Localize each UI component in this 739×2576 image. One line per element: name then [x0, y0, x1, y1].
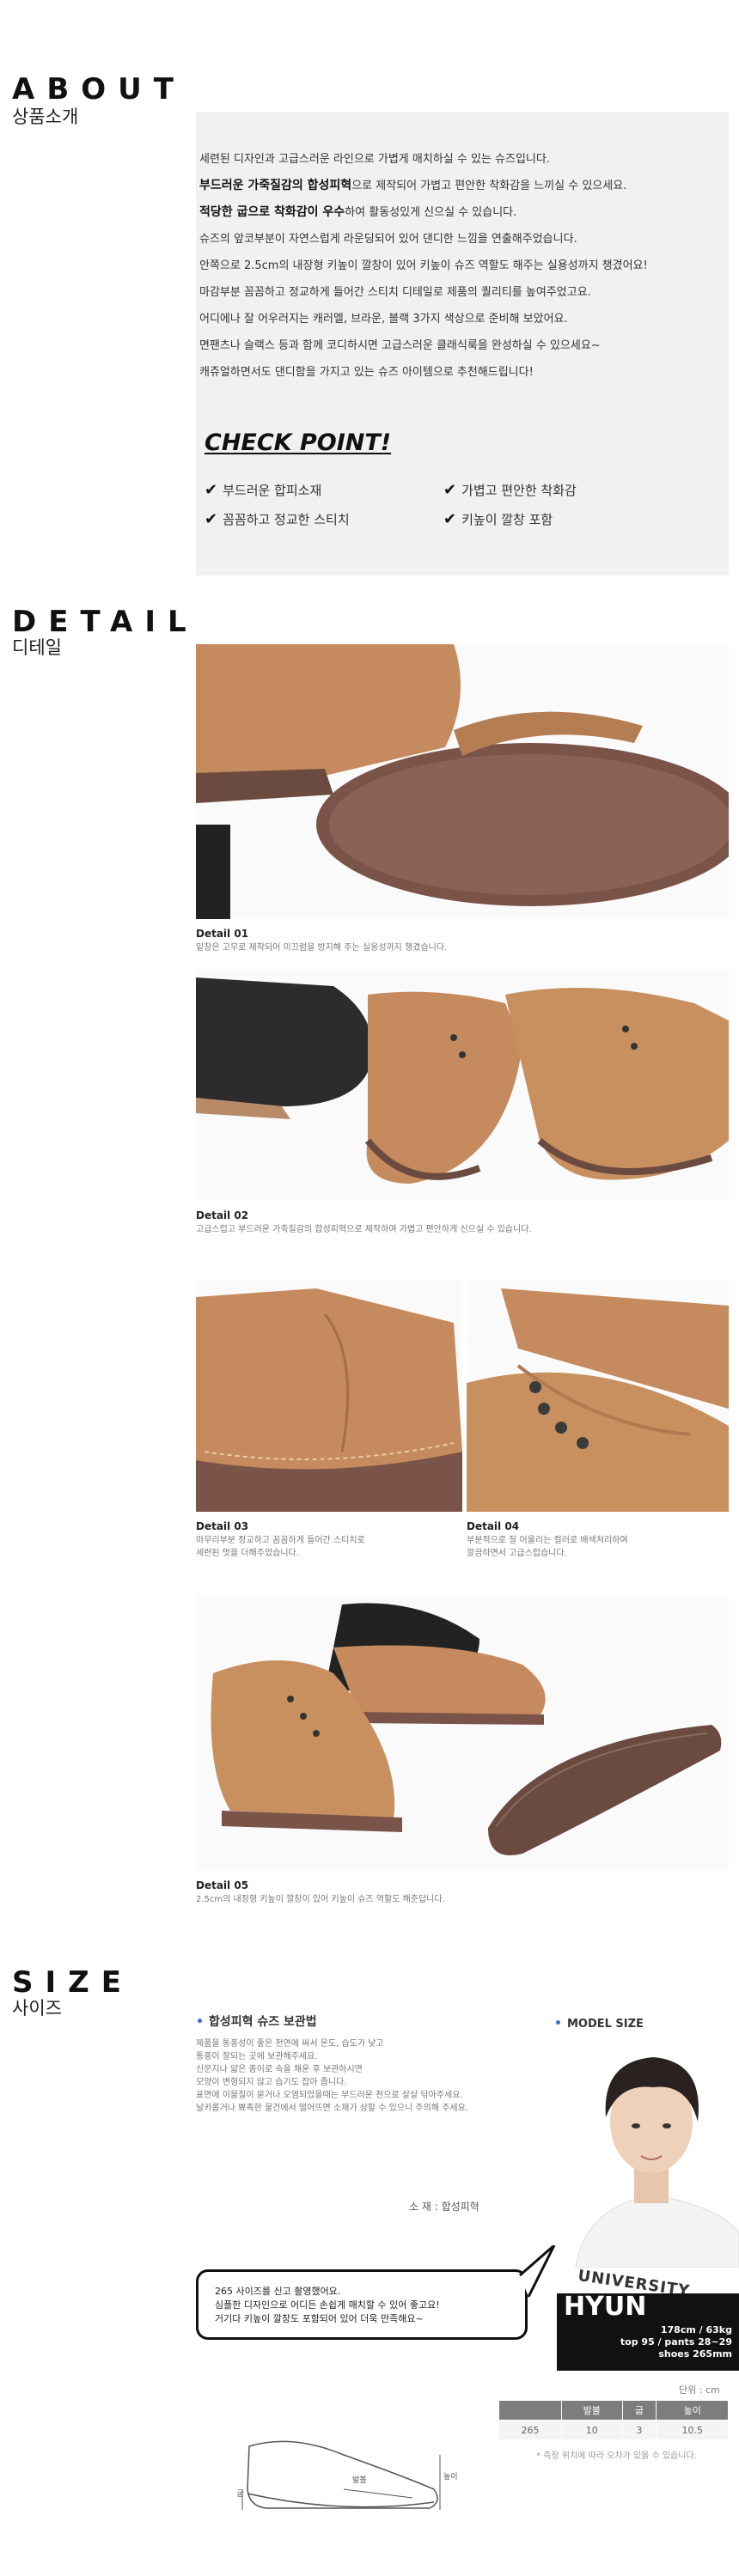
detail-text: 깔끔하면서 고급스럽습니다.	[467, 1549, 567, 1558]
unit-label: 단위 : cm	[679, 2384, 720, 2396]
check-item: ✔ 가볍고 편안한 착화감	[443, 481, 577, 499]
table-cell: 265	[498, 2420, 562, 2440]
detail-text: 고급스럽고 부드러운 가죽질감의 합성피혁으로 제작하여 가볍고 편안하게 신으…	[196, 1225, 532, 1234]
check-item: ✔ 키높이 깔창 포함	[443, 510, 553, 528]
model-size-title: • MODEL SIZE	[554, 2017, 644, 2031]
shoe-diagram	[241, 2440, 441, 2510]
check-icon: ✔	[443, 481, 457, 499]
table-cell: 3	[621, 2420, 657, 2440]
detail-photo-1	[196, 644, 729, 919]
about-line: 캐쥬얼하면서도 댄디함을 가지고 있는 슈즈 아이템으로 추천해드립니다!	[199, 366, 534, 379]
care-title: • 합성피혁 슈즈 보관법	[196, 2015, 317, 2029]
about-line: 적당한 굽으로 착화감이 우수하여 활동성있게 신으실 수 있습니다.	[199, 205, 517, 219]
check-icon: ✔	[205, 510, 218, 528]
diagram-label-height: 높이	[443, 2473, 458, 2482]
check-item: ✔ 꼼꼼하고 정교한 스티치	[205, 510, 350, 528]
checkpoint-title: CHECK POINT!	[205, 429, 392, 456]
about-line: 안쪽으로 2.5cm의 내장형 키높이 깔창이 있어 키높이 슈즈 역할도 해주…	[199, 259, 648, 272]
detail-photo-3	[196, 1280, 462, 1512]
bullet-icon: •	[554, 2017, 562, 2031]
detail-label: Detail 05	[196, 1879, 249, 1891]
table-cell: 10.5	[656, 2420, 729, 2440]
model-stats: 178cm / 63kg top 95 / pants 28~29 shoes …	[620, 2324, 732, 2360]
size-table: 발볼 굽 높이 265 10 3 10.5	[498, 2400, 729, 2440]
detail-label: Detail 03	[196, 1520, 249, 1532]
review-text: 265 사이즈를 신고 촬영했어요. 심플한 디자인으로 어디든 손쉽게 매치할…	[215, 2286, 440, 2324]
care-text: 제품을 통풍성이 좋은 천연에 싸서 온도, 습도가 낮고 통풍이 잘되는 곳에…	[196, 2039, 468, 2113]
detail-text: 마무리부분 정교하고 꼼꼼하게 들어간 스티치로	[196, 1536, 365, 1545]
detail-title: DETAIL	[12, 605, 198, 639]
table-header: 굽	[621, 2400, 657, 2421]
table-header: 높이	[656, 2400, 729, 2421]
table-cell: 10	[560, 2420, 623, 2440]
about-line: 마감부분 꼼꼼하고 정교하게 들어간 스티치 디테일로 제품의 퀄리티를 높여주…	[199, 286, 591, 299]
detail-subtitle: 디테일	[12, 637, 62, 658]
measure-note: * 측정 위치에 따라 오차가 있을 수 있습니다.	[536, 2451, 697, 2461]
detail-text: 세련된 멋을 더해주었습니다.	[196, 1549, 299, 1558]
detail-text: 2.5cm의 내장형 키높이 깔창이 있어 키높이 슈즈 역할도 해준답니다.	[196, 1895, 445, 1904]
model-photo	[559, 2036, 739, 2268]
size-title: SIZE	[12, 1965, 134, 2000]
about-line: 부드러운 가죽질감의 합성피혁으로 제작되어 가볍고 편안한 착화감을 느끼실 …	[199, 179, 627, 192]
detail-label: Detail 01	[196, 928, 249, 940]
about-title: ABOUT	[12, 72, 186, 107]
about-subtitle: 상품소개	[12, 107, 79, 127]
detail-photo-2	[196, 969, 729, 1201]
table-header	[498, 2400, 562, 2421]
about-line: 어디에나 잘 어우러지는 캐러멜, 브라운, 블랙 3가지 색상으로 준비해 보…	[199, 313, 568, 326]
detail-photo-5	[196, 1596, 729, 1871]
detail-label: Detail 02	[196, 1209, 249, 1221]
detail-label: Detail 04	[467, 1520, 520, 1532]
table-row: 265 10 3 10.5	[498, 2420, 729, 2440]
size-subtitle: 사이즈	[12, 1998, 62, 2019]
diagram-label-ball: 발볼	[352, 2476, 367, 2485]
bullet-icon: •	[196, 2015, 204, 2029]
check-item: ✔ 부드러운 합피소재	[205, 481, 322, 499]
about-line: 세련된 디자인과 고급스러운 라인으로 가볍게 매치하실 수 있는 슈즈입니다.	[199, 153, 550, 166]
detail-photo-4	[467, 1280, 729, 1512]
detail-text: 부분적으로 잘 어울리는 컬러로 배색처리하여	[467, 1536, 628, 1545]
table-header: 발볼	[560, 2400, 623, 2421]
diagram-label-heel: 굽	[235, 2489, 243, 2497]
detail-text: 밑창은 고무로 제작되어 미끄럼을 방지해 주는 실용성까지 챙겼습니다.	[196, 943, 448, 953]
material-label: 소 재 : 합성피혁	[409, 2201, 479, 2213]
check-icon: ✔	[205, 481, 218, 499]
bubble-tail	[519, 2245, 556, 2298]
check-icon: ✔	[443, 510, 457, 528]
about-line: 면팬츠나 슬랙스 등과 함께 코디하시면 고급스러운 클래식룩을 완성하실 수 …	[199, 339, 601, 352]
model-name: HYUN	[564, 2292, 647, 2322]
about-description: 세련된 디자인과 고급스러운 라인으로 가볍게 매치하실 수 있는 슈즈입니다.…	[199, 146, 724, 386]
table-header-row: 발볼 굽 높이	[498, 2400, 729, 2421]
about-line: 슈즈의 앞코부분이 자연스럽게 라운딩되어 있어 댄디한 느낌을 연출해주었습니…	[199, 233, 577, 246]
